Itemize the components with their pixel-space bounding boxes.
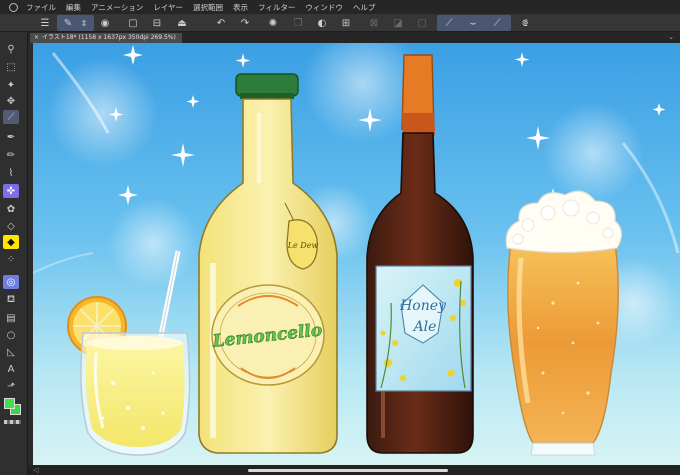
frame-icon[interactable]: ▢: [414, 16, 430, 30]
ale-label-line1: Honey: [399, 298, 447, 314]
operation-icon[interactable]: ⟋: [3, 110, 19, 124]
undo-icon[interactable]: ↶: [213, 16, 229, 30]
gradient-tool-icon[interactable]: ▤: [3, 311, 19, 325]
new-file-icon[interactable]: ▢: [125, 16, 141, 30]
menu-edit[interactable]: 編集: [66, 2, 81, 13]
record-icon[interactable]: ◉: [97, 16, 113, 30]
beer-glass: [505, 190, 623, 456]
move-icon[interactable]: ✥: [3, 94, 19, 108]
gradient-icon[interactable]: ◪: [390, 16, 406, 30]
lemon-tag-text: Le Dew: [287, 241, 319, 250]
pencil-icon[interactable]: ✏: [3, 148, 19, 162]
auto-select-icon[interactable]: ✦: [3, 78, 19, 92]
close-icon[interactable]: ×: [34, 33, 39, 43]
main-color-swatch[interactable]: [4, 398, 15, 409]
menu-animation[interactable]: アニメーション: [91, 2, 143, 13]
blend-icon[interactable]: ◆: [3, 235, 19, 249]
menu-file[interactable]: ファイル: [26, 2, 56, 13]
copy-icon[interactable]: ❐: [290, 16, 306, 30]
stabilizer-3-icon[interactable]: ⟋: [489, 16, 505, 30]
ruler-snap-icon[interactable]: ⟃: [517, 16, 533, 30]
pen-icon[interactable]: ✒: [3, 130, 19, 144]
figure-icon[interactable]: ○: [3, 328, 19, 342]
airbrush-icon[interactable]: ✜: [3, 184, 19, 198]
menu-icon[interactable]: ☰: [37, 16, 53, 30]
menu-selection[interactable]: 選択範囲: [193, 2, 223, 13]
canvas-tab-bar: × イラスト18* (1158 x 1637px 350dpi 269.5%) …: [28, 32, 680, 43]
app-logo-icon[interactable]: [0, 0, 26, 14]
eyedropper-icon[interactable]: ◎: [3, 275, 19, 289]
save-icon[interactable]: ⏏: [174, 16, 190, 30]
loading-icon[interactable]: ✺: [265, 16, 281, 30]
menu-filter[interactable]: フィルター: [258, 2, 295, 13]
transparent-color-swatch[interactable]: [4, 420, 21, 424]
canvas[interactable]: Le Dew Lemoncello Honey Ale: [33, 43, 680, 465]
navigator-icon[interactable]: ◁: [33, 465, 38, 475]
open-folder-icon[interactable]: ⊟: [149, 16, 165, 30]
command-bar: ☰ ✎ ⇕ ◉ ▢ ⊟ ⏏ ↶ ↷ ✺ ❐ ◐ ⊞ ⊠ ◪ ▢ ⟋ ⌣ ⟋ ⟃: [0, 14, 680, 32]
home-indicator[interactable]: [248, 469, 448, 472]
frame-border-icon[interactable]: ◺: [3, 345, 19, 359]
illustration: Le Dew Lemoncello Honey Ale: [33, 43, 680, 465]
text-icon[interactable]: A: [3, 362, 19, 376]
eraser-icon[interactable]: ◇: [3, 219, 19, 233]
menu-help[interactable]: ヘルプ: [353, 2, 376, 13]
status-bar: ◁: [28, 465, 680, 475]
chevron-down-icon[interactable]: ⌄: [668, 32, 674, 43]
menu-window[interactable]: ウィンドウ: [305, 2, 343, 13]
menu-layer[interactable]: レイヤー: [153, 2, 183, 13]
clear-icon[interactable]: ⊠: [366, 16, 382, 30]
stabilizer-2-icon[interactable]: ⌣: [465, 16, 481, 30]
menu-bar: ファイル 編集 アニメーション レイヤー 選択範囲 表示 フィルター ウィンドウ…: [0, 0, 680, 14]
selection-icon[interactable]: ⬚: [3, 60, 19, 74]
decoration-icon[interactable]: ✿: [3, 202, 19, 216]
brush-icon[interactable]: ⌇: [3, 166, 19, 180]
redo-icon[interactable]: ↷: [237, 16, 253, 30]
document-tab[interactable]: × イラスト18* (1158 x 1637px 350dpi 269.5%): [30, 33, 182, 43]
fill-icon[interactable]: ◐: [314, 16, 330, 30]
transform-icon[interactable]: ⊞: [338, 16, 354, 30]
menubar-spacer: [600, 0, 680, 14]
line-correction-icon[interactable]: ⁘: [3, 252, 19, 266]
tool-palette: ⚲ ⬚ ✦ ✥ ⟋ ✒ ✏ ⌇ ✜ ✿ ◇ ◆ ⁘ ◎ ⛾ ▤ ○ ◺ A ⬏: [0, 32, 28, 475]
document-title: イラスト18* (1158 x 1637px 350dpi 269.5%): [42, 34, 176, 41]
zoom-icon[interactable]: ⚲: [3, 42, 19, 56]
pen-tool-icon[interactable]: ✎: [60, 16, 76, 30]
ale-label-line2: Ale: [412, 319, 437, 335]
menu-view[interactable]: 表示: [233, 2, 248, 13]
fill-tool-icon[interactable]: ⛾: [3, 293, 19, 307]
stabilizer-1-icon[interactable]: ⟋: [441, 16, 457, 30]
updown-icon[interactable]: ⇕: [78, 16, 90, 30]
balloon-icon[interactable]: ⬏: [3, 379, 19, 393]
